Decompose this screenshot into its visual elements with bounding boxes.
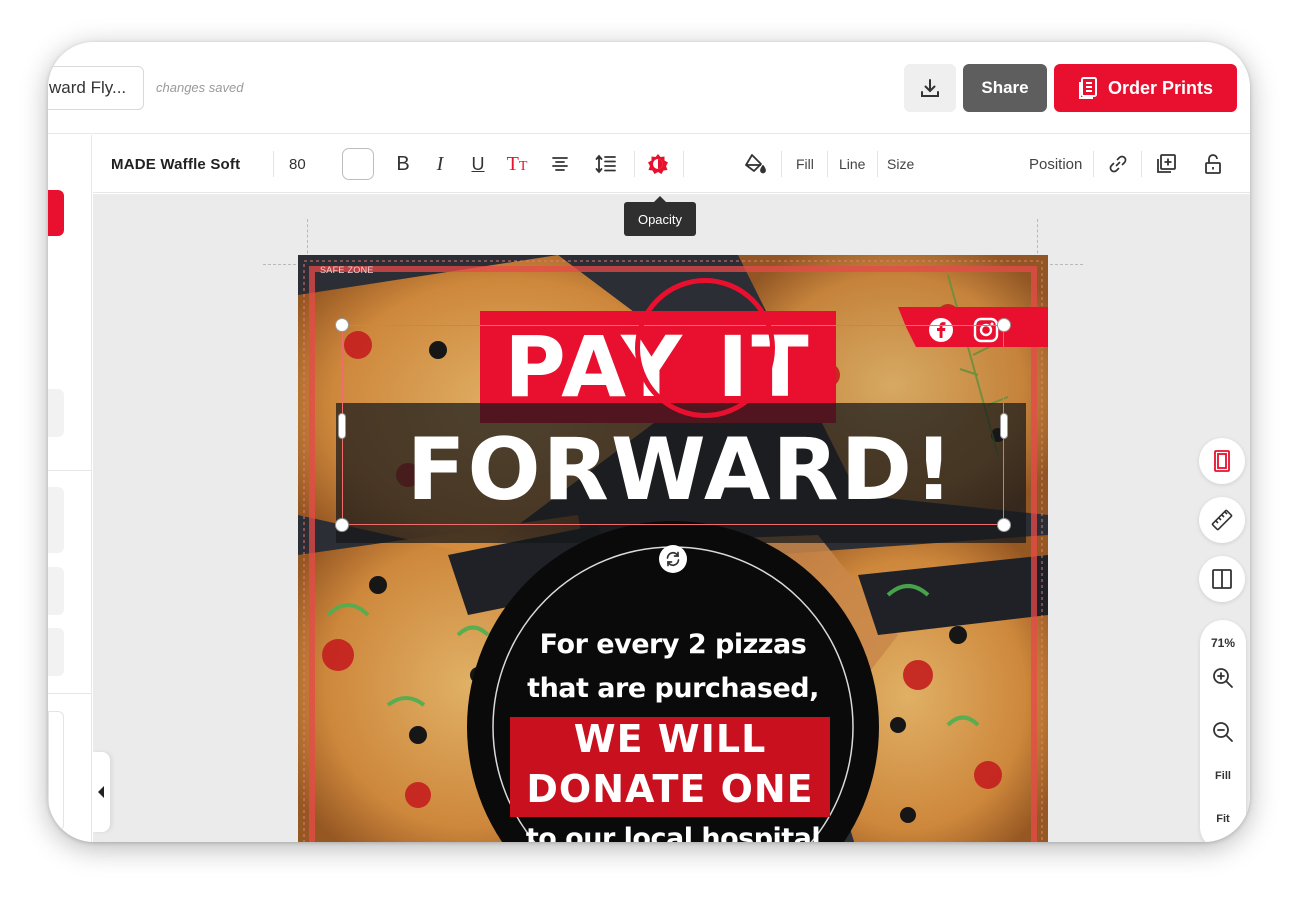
italic-icon: I <box>436 152 444 175</box>
zoom-out-button[interactable] <box>1200 720 1246 744</box>
collapse-panel-button[interactable] <box>92 752 110 832</box>
safe-zone-label: SAFE ZONE <box>320 265 374 275</box>
toolbar-divider <box>781 151 782 177</box>
share-button[interactable]: Share <box>963 64 1047 112</box>
opacity-button[interactable] <box>643 135 673 193</box>
document-title-field[interactable]: ward Fly... <box>48 66 144 110</box>
fill-bucket-button[interactable] <box>741 135 769 193</box>
zoom-in-button[interactable] <box>1200 666 1246 690</box>
bold-button[interactable]: B <box>392 135 414 193</box>
selection-handle[interactable] <box>997 318 1011 332</box>
download-icon <box>921 79 939 97</box>
selection-handle[interactable] <box>335 318 349 332</box>
print-icon <box>1078 77 1097 99</box>
ruler-icon <box>1211 509 1233 531</box>
zoom-fill-button[interactable]: Fill <box>1200 770 1246 782</box>
sidebar-item[interactable] <box>48 711 64 831</box>
sidebar-divider <box>48 470 92 471</box>
download-button[interactable] <box>904 64 956 112</box>
sidebar-item[interactable] <box>48 487 64 553</box>
zoom-fit-button[interactable]: Fit <box>1200 813 1246 825</box>
opacity-tooltip: Opacity <box>624 196 696 236</box>
italic-button[interactable]: I <box>429 135 451 193</box>
fill-button[interactable]: Fill <box>796 135 814 193</box>
left-sidebar <box>48 135 92 842</box>
badge-line-3[interactable]: WE WILL <box>510 717 830 761</box>
zoom-percent: 71% <box>1210 636 1236 650</box>
rotate-icon <box>666 551 680 567</box>
underline-button[interactable]: U <box>467 135 489 193</box>
text-color-swatch[interactable] <box>342 148 374 180</box>
selection-handle[interactable] <box>997 518 1011 532</box>
sidebar-item[interactable] <box>48 567 64 615</box>
link-icon <box>1109 155 1127 173</box>
tutorial-highlight-ring <box>635 278 775 418</box>
selection-handle[interactable] <box>1000 413 1008 439</box>
line-spacing-button[interactable] <box>593 135 619 193</box>
zoom-in-icon <box>1213 668 1233 688</box>
collapse-left-icon <box>98 786 104 798</box>
lock-button[interactable] <box>1201 135 1225 193</box>
badge-line-5[interactable]: to our local hospital <box>510 823 836 842</box>
opacity-icon <box>648 154 668 174</box>
selection-handle[interactable] <box>338 413 346 439</box>
sidebar-active-item[interactable] <box>48 190 64 236</box>
order-prints-label: Order Prints <box>1107 77 1214 98</box>
toolbar-divider <box>1141 151 1142 177</box>
unlock-icon <box>1205 154 1221 174</box>
text-toolbar: MADE Waffle Soft 80 B I U TT Fill Line S… <box>93 135 1250 193</box>
link-button[interactable] <box>1106 135 1130 193</box>
toolbar-divider <box>1093 151 1094 177</box>
text-case-button[interactable]: TT <box>503 135 531 193</box>
align-button[interactable] <box>548 135 572 193</box>
align-icon <box>552 157 568 171</box>
size-button[interactable]: Size <box>887 135 914 193</box>
line-spacing-icon <box>595 154 616 174</box>
line-button[interactable]: Line <box>839 135 865 193</box>
sidebar-divider <box>48 693 92 694</box>
sidebar-item[interactable] <box>48 628 64 676</box>
delete-button[interactable] <box>1249 135 1250 193</box>
font-family-select[interactable]: MADE Waffle Soft <box>111 135 240 193</box>
toolbar-divider <box>273 151 274 177</box>
page-view-button[interactable] <box>1199 438 1245 484</box>
badge-line-1[interactable]: For every 2 pizzas <box>510 629 836 660</box>
page-view-icon <box>1214 450 1230 472</box>
toolbar-divider <box>683 151 684 177</box>
sidebar-item[interactable] <box>48 389 64 437</box>
split-view-icon <box>1212 569 1232 589</box>
split-view-button[interactable] <box>1199 556 1245 602</box>
save-status: changes saved <box>156 80 244 95</box>
badge-line-4[interactable]: DONATE ONE <box>510 767 830 811</box>
top-bar: ward Fly... changes saved Share Order Pr… <box>48 42 1250 134</box>
rotate-handle[interactable] <box>659 545 687 573</box>
toolbar-divider <box>827 151 828 177</box>
duplicate-icon <box>1157 154 1176 173</box>
zoom-panel: 71% Fill Fit <box>1200 620 1246 842</box>
duplicate-button[interactable] <box>1153 135 1179 193</box>
toolbar-divider <box>634 151 635 177</box>
underline-icon: U <box>471 153 485 174</box>
design-canvas[interactable]: SAFE ZONE PAY IT FORWARD! For every 2 pi… <box>93 194 1250 842</box>
position-button[interactable]: Position <box>1029 135 1082 193</box>
ruler-button[interactable] <box>1199 497 1245 543</box>
text-case-icon: TT <box>506 152 528 175</box>
bold-icon: B <box>396 152 410 175</box>
order-prints-button[interactable]: Order Prints <box>1054 64 1237 112</box>
zoom-out-icon <box>1213 722 1233 742</box>
app-window: ward Fly... changes saved Share Order Pr… <box>48 42 1250 842</box>
toolbar-divider <box>877 151 878 177</box>
badge-line-2[interactable]: that are purchased, <box>510 673 836 704</box>
font-size-field[interactable]: 80 <box>289 135 306 193</box>
selection-handle[interactable] <box>335 518 349 532</box>
fill-bucket-icon <box>745 154 766 174</box>
